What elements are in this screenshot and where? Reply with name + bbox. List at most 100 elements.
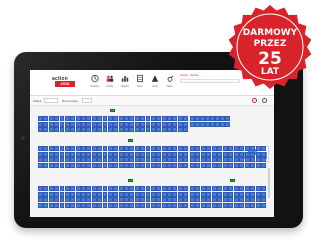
seat[interactable]	[161, 127, 167, 132]
seat[interactable]	[118, 162, 124, 168]
seat[interactable]	[195, 146, 201, 151]
scrollbar[interactable]	[268, 168, 270, 198]
seat[interactable]	[124, 146, 129, 151]
seat[interactable]	[217, 157, 223, 162]
seat[interactable]	[217, 146, 223, 151]
seat[interactable]	[86, 162, 92, 168]
seat[interactable]	[239, 202, 245, 208]
seat[interactable]	[225, 121, 230, 127]
seat[interactable]	[102, 202, 108, 208]
seat[interactable]	[129, 186, 135, 191]
seat[interactable]	[195, 157, 201, 162]
seat[interactable]	[107, 191, 113, 197]
seat[interactable]	[86, 191, 92, 197]
seat[interactable]	[118, 116, 124, 121]
seat[interactable]	[43, 186, 49, 191]
seat[interactable]	[91, 162, 97, 168]
seat[interactable]	[91, 151, 97, 157]
seat[interactable]	[38, 191, 43, 197]
seat[interactable]	[161, 191, 167, 197]
seat[interactable]	[118, 191, 124, 197]
seat[interactable]	[97, 146, 102, 151]
seat[interactable]	[129, 197, 135, 202]
seat[interactable]	[134, 191, 140, 197]
seat[interactable]	[97, 151, 102, 157]
seat[interactable]	[102, 191, 108, 197]
seat[interactable]	[217, 191, 223, 197]
seat[interactable]	[177, 191, 183, 197]
seat[interactable]	[91, 186, 97, 191]
seat[interactable]	[167, 146, 172, 151]
seat[interactable]	[102, 197, 108, 202]
seat[interactable]	[70, 121, 76, 127]
seat[interactable]	[129, 191, 135, 197]
seat[interactable]	[59, 121, 65, 127]
seat[interactable]	[222, 202, 228, 208]
seat[interactable]	[145, 116, 151, 121]
seat[interactable]	[113, 116, 119, 121]
seat[interactable]	[177, 197, 183, 202]
seat[interactable]	[48, 186, 54, 191]
seat[interactable]	[64, 191, 70, 197]
seat[interactable]	[172, 121, 178, 127]
seat[interactable]	[206, 157, 212, 162]
seat[interactable]	[145, 186, 151, 191]
seat[interactable]	[64, 146, 70, 151]
seat[interactable]	[217, 186, 223, 191]
seat[interactable]	[255, 202, 261, 208]
seat[interactable]	[177, 157, 183, 162]
seat[interactable]	[150, 116, 156, 121]
seat[interactable]	[156, 197, 162, 202]
seat[interactable]	[43, 127, 49, 132]
seat[interactable]	[54, 197, 59, 202]
seat[interactable]	[54, 162, 59, 168]
seat[interactable]	[48, 197, 54, 202]
seat[interactable]	[161, 116, 167, 121]
seat[interactable]	[38, 202, 43, 208]
seat[interactable]	[222, 186, 228, 191]
tool-wrench[interactable]: Narz.	[163, 73, 176, 93]
seat[interactable]	[145, 202, 151, 208]
seat[interactable]	[113, 127, 119, 132]
seat[interactable]	[190, 121, 195, 127]
seat[interactable]	[167, 186, 172, 191]
seat[interactable]	[113, 157, 119, 162]
seat[interactable]	[70, 202, 76, 208]
seat[interactable]	[228, 157, 234, 162]
seat[interactable]	[244, 191, 250, 197]
tool-warning[interactable]: Alert	[148, 73, 161, 93]
seat[interactable]	[183, 202, 188, 208]
seat[interactable]	[244, 202, 250, 208]
seat[interactable]	[134, 146, 140, 151]
seat[interactable]	[59, 162, 65, 168]
seat[interactable]	[124, 162, 129, 168]
seat[interactable]	[129, 116, 135, 121]
seat[interactable]	[190, 162, 195, 168]
seat[interactable]	[156, 116, 162, 121]
app-logo[interactable]: action 2016	[52, 76, 80, 88]
seat[interactable]	[70, 146, 76, 151]
seat[interactable]	[102, 157, 108, 162]
seat[interactable]	[48, 162, 54, 168]
seat[interactable]	[75, 146, 81, 151]
seat[interactable]	[54, 127, 59, 132]
seat[interactable]	[102, 116, 108, 121]
seat[interactable]	[255, 197, 261, 202]
seat[interactable]	[206, 162, 212, 168]
seat[interactable]	[97, 121, 102, 127]
seat[interactable]	[70, 127, 76, 132]
seat[interactable]	[255, 186, 261, 191]
seat[interactable]	[150, 186, 156, 191]
seat[interactable]	[107, 202, 113, 208]
seat[interactable]	[255, 151, 261, 157]
seat[interactable]	[140, 162, 145, 168]
seat[interactable]	[124, 197, 129, 202]
seat[interactable]	[107, 146, 113, 151]
seat[interactable]	[156, 157, 162, 162]
seat[interactable]	[64, 157, 70, 162]
seat[interactable]	[215, 116, 220, 121]
seat[interactable]	[129, 121, 135, 127]
seat[interactable]	[205, 116, 210, 121]
seat[interactable]	[172, 146, 178, 151]
seat[interactable]	[59, 191, 65, 197]
